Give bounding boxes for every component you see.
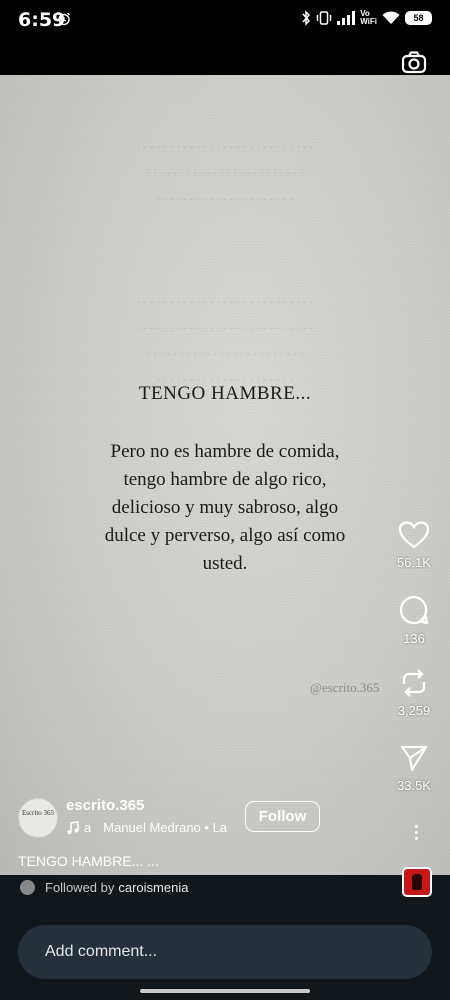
top-bar xyxy=(0,40,450,75)
share-icon[interactable] xyxy=(399,743,429,773)
followed-by-row: Followed by caroismenia xyxy=(20,880,188,895)
like-count: 56.1K xyxy=(397,555,431,570)
avatar[interactable]: Escrito 365 xyxy=(18,798,58,838)
followed-by-label: Followed by xyxy=(45,880,115,895)
share-action[interactable]: 33.5K xyxy=(392,743,436,793)
comment-count: 136 xyxy=(403,631,425,646)
like-action[interactable]: 56.1K xyxy=(392,520,436,570)
home-indicator[interactable] xyxy=(140,989,310,993)
share-count: 33.5K xyxy=(397,778,431,793)
username[interactable]: escrito.365 xyxy=(66,797,144,814)
comment-input[interactable]: Add comment... xyxy=(18,925,432,979)
bluetooth-icon xyxy=(302,10,311,26)
comment-icon[interactable] xyxy=(398,594,430,626)
follower-avatar xyxy=(20,880,35,895)
quote-body: Pero no es hambre de comida, tengo hambr… xyxy=(104,441,346,574)
heart-icon[interactable] xyxy=(398,520,430,550)
followed-by-user[interactable]: caroismenia xyxy=(118,880,188,895)
audio-title: Manuel Medrano • La xyxy=(103,820,228,835)
more-options-icon[interactable] xyxy=(404,820,428,844)
audio-info[interactable]: a Manuel Medrano • La xyxy=(66,820,227,835)
status-bar: 6:59 Vo WiFi 58 xyxy=(0,0,450,40)
repost-icon[interactable] xyxy=(399,668,429,698)
vibrate-icon xyxy=(316,11,332,25)
comment-action[interactable]: 136 xyxy=(392,594,436,646)
signal-icon xyxy=(337,11,356,25)
repost-count: 3,259 xyxy=(397,703,431,718)
vowifi-label: Vo WiFi xyxy=(360,9,377,26)
wifi-icon xyxy=(382,11,400,24)
status-icons: Vo WiFi 58 xyxy=(301,10,432,26)
watermark: @escrito.365 xyxy=(310,680,380,695)
alarm-icon xyxy=(58,12,70,26)
background-texture: ··························· ·············… xyxy=(135,137,315,211)
repost-action[interactable]: 3,259 xyxy=(392,668,436,718)
audio-thumbnail[interactable] xyxy=(402,867,432,897)
caption[interactable]: TENGO HAMBRE... ... xyxy=(18,853,159,869)
quote-title: TENGO HAMBRE... xyxy=(138,383,312,404)
battery-indicator: 58 xyxy=(405,11,432,25)
background-texture-lower: ··························· ·············… xyxy=(135,292,315,392)
camera-icon[interactable] xyxy=(400,49,428,77)
audio-prefix: a xyxy=(84,820,92,835)
follow-button[interactable]: Follow xyxy=(245,801,320,832)
music-note-icon xyxy=(67,820,79,834)
